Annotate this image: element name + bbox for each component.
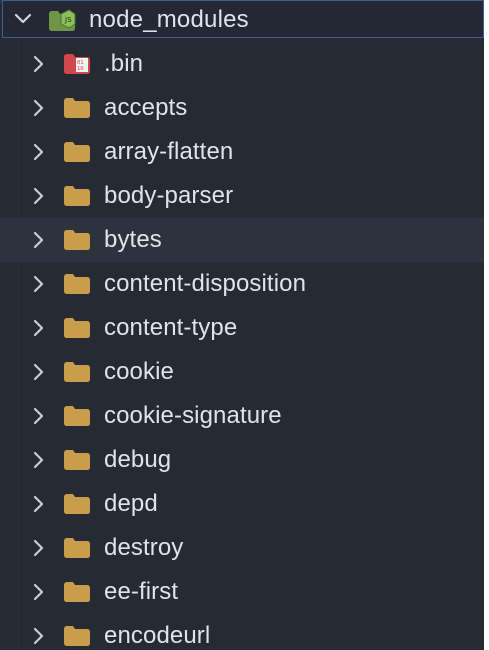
chevron-right-icon[interactable] (31, 583, 45, 601)
folder-item-destroy[interactable]: destroy (0, 526, 489, 570)
folder-label: accepts (104, 94, 188, 121)
folder-item-cookie[interactable]: cookie (0, 350, 489, 394)
chevron-right-icon[interactable] (31, 495, 45, 513)
folder-icon (64, 98, 90, 118)
chevron-right-icon[interactable] (31, 539, 45, 557)
folder-item-accepts[interactable]: accepts (0, 86, 489, 130)
folder-item-bin[interactable]: 01 10 .bin (0, 42, 489, 86)
folder-label: debug (104, 446, 172, 473)
folder-item-encodeurl[interactable]: encodeurl (0, 614, 489, 650)
chevron-right-icon[interactable] (31, 363, 45, 381)
folder-label: body-parser (104, 182, 234, 209)
folder-label: cookie (104, 358, 174, 385)
chevron-right-icon[interactable] (31, 319, 45, 337)
folder-label: array-flatten (104, 138, 234, 165)
folder-item-bytes[interactable]: bytes (0, 218, 489, 262)
folder-label: destroy (104, 534, 184, 561)
folder-item-depd[interactable]: depd (0, 482, 489, 526)
folder-icon (64, 362, 90, 382)
folder-item-ee-first[interactable]: ee-first (0, 570, 489, 614)
folder-item-debug[interactable]: debug (0, 438, 489, 482)
svg-text:JS: JS (64, 16, 72, 24)
folder-icon (64, 230, 90, 250)
folder-icon (64, 274, 90, 294)
folder-icon (64, 142, 90, 162)
folder-icon (64, 626, 90, 646)
chevron-right-icon[interactable] (31, 407, 45, 425)
folder-icon (64, 186, 90, 206)
chevron-down-icon[interactable] (14, 10, 32, 28)
chevron-right-icon[interactable] (31, 143, 45, 161)
folder-label: bytes (104, 226, 162, 253)
chevron-right-icon[interactable] (31, 99, 45, 117)
chevron-right-icon[interactable] (31, 451, 45, 469)
folder-label: content-disposition (104, 270, 307, 297)
svg-text:10: 10 (77, 66, 84, 72)
folder-label: cookie-signature (104, 402, 282, 429)
chevron-right-icon[interactable] (31, 275, 45, 293)
binary-folder-icon: 01 10 (64, 54, 90, 74)
folder-item-content-disposition[interactable]: content-disposition (0, 262, 489, 306)
tree-root-node-modules[interactable]: JS node_modules (2, 0, 484, 38)
chevron-right-icon[interactable] (31, 187, 45, 205)
folder-label: ee-first (104, 578, 179, 605)
folder-icon (64, 494, 90, 514)
folder-list: 01 10 .bin accepts array-flatten body-pa… (0, 42, 489, 650)
folder-label: depd (104, 490, 158, 517)
chevron-right-icon[interactable] (31, 627, 45, 645)
file-explorer: JS node_modules 01 10 .bin accepts array… (0, 0, 489, 650)
root-folder-label: node_modules (89, 6, 249, 33)
chevron-right-icon[interactable] (31, 231, 45, 249)
folder-label: encodeurl (104, 622, 211, 649)
folder-label: .bin (104, 50, 144, 77)
folder-icon (64, 538, 90, 558)
folder-icon (64, 318, 90, 338)
folder-label: content-type (104, 314, 238, 341)
folder-icon (64, 406, 90, 426)
node-folder-icon: JS (48, 8, 76, 32)
folder-item-content-type[interactable]: content-type (0, 306, 489, 350)
folder-icon (64, 450, 90, 470)
panel-right-edge (484, 0, 489, 650)
folder-item-cookie-signature[interactable]: cookie-signature (0, 394, 489, 438)
folder-item-body-parser[interactable]: body-parser (0, 174, 489, 218)
folder-item-array-flatten[interactable]: array-flatten (0, 130, 489, 174)
chevron-right-icon[interactable] (31, 55, 45, 73)
folder-icon (64, 582, 90, 602)
